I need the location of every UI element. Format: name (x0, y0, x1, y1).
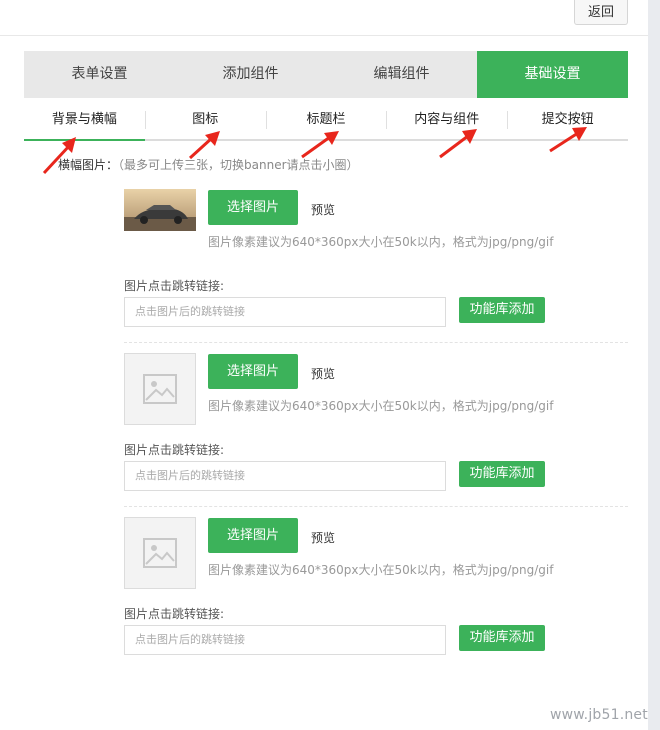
banner-label: 横幅图片： (58, 158, 119, 172)
item-divider (124, 342, 628, 343)
library-add-button[interactable]: 功能库添加 (459, 297, 545, 323)
image-placeholder-icon (143, 538, 177, 568)
image-placeholder-icon (143, 374, 177, 404)
banner-hint: （最多可上传三张，切换banner请点击小圈） (118, 158, 359, 172)
library-add-button[interactable]: 功能库添加 (459, 625, 545, 651)
preview-link[interactable]: 预览 (311, 365, 335, 382)
banner-section-label: 横幅图片：（最多可上传三张，切换banner请点击小圈） (58, 156, 359, 173)
library-add-button[interactable]: 功能库添加 (459, 461, 545, 487)
watermark: www.jb51.net (550, 707, 648, 723)
tab-basic-settings[interactable]: 基础设置 (477, 51, 628, 98)
select-image-button[interactable]: 选择图片 (208, 518, 298, 553)
jump-link-input[interactable]: 点击图片后的跳转链接 (124, 297, 446, 327)
image-size-hint: 图片像素建议为640*360px大小在50k以内，格式为jpg/png/gif (208, 563, 554, 577)
annotation-arrow-icon (439, 129, 477, 159)
banner-thumbnail-placeholder[interactable] (124, 353, 196, 425)
tab-add-component[interactable]: 添加组件 (175, 51, 326, 98)
banner-thumbnail-placeholder[interactable] (124, 517, 196, 589)
back-button[interactable]: 返回 (574, 0, 628, 25)
jump-link-input[interactable]: 点击图片后的跳转链接 (124, 461, 446, 491)
select-image-button[interactable]: 选择图片 (208, 190, 298, 225)
tab-form-settings[interactable]: 表单设置 (24, 51, 175, 98)
tab-edit-component[interactable]: 编辑组件 (326, 51, 477, 98)
link-label: 图片点击跳转链接: (124, 607, 225, 621)
banner-thumbnail-image[interactable] (124, 189, 196, 231)
main-tabs: 表单设置 添加组件 编辑组件 基础设置 (24, 51, 628, 98)
preview-link[interactable]: 预览 (311, 529, 335, 546)
annotation-arrow-icon (549, 127, 587, 153)
image-size-hint: 图片像素建议为640*360px大小在50k以内，格式为jpg/png/gif (208, 235, 554, 249)
right-scroll-strip (648, 0, 660, 730)
header-divider (0, 35, 648, 36)
image-size-hint: 图片像素建议为640*360px大小在50k以内，格式为jpg/png/gif (208, 399, 554, 413)
link-label: 图片点击跳转链接: (124, 279, 225, 293)
jump-link-input[interactable]: 点击图片后的跳转链接 (124, 625, 446, 655)
link-label: 图片点击跳转链接: (124, 443, 225, 457)
item-divider (124, 506, 628, 507)
select-image-button[interactable]: 选择图片 (208, 354, 298, 389)
preview-link[interactable]: 预览 (311, 201, 335, 218)
